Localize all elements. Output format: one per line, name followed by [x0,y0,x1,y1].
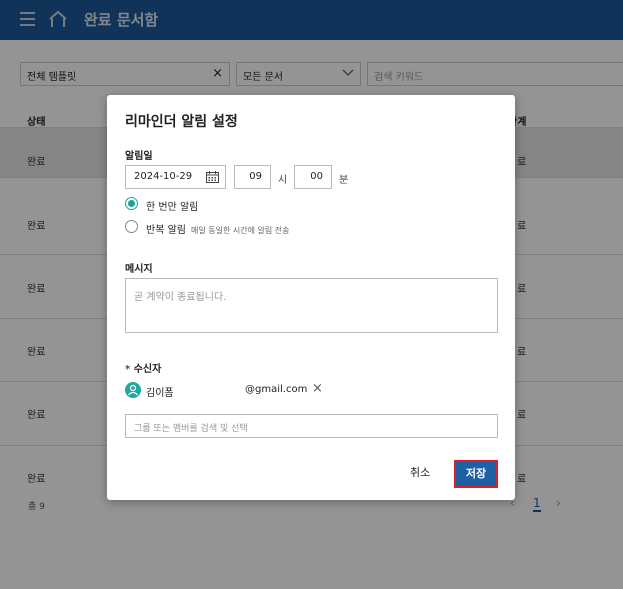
user-avatar-icon [125,382,141,398]
calendar-icon[interactable] [206,171,219,183]
message-label: 메시지 [125,264,153,275]
message-placeholder: 곧 계약이 종료됩니다. [134,292,227,303]
dialog-title: 리마인더 알림 설정 [125,114,238,130]
recipient-name: 김이폼 [146,388,174,399]
required-marker: * [125,364,131,375]
recipients-label: * 수신자 [125,360,161,375]
member-search-input[interactable]: 그룹 또는 멤버를 검색 및 선택 [125,414,498,438]
member-search-placeholder: 그룹 또는 멤버를 검색 및 선택 [134,424,248,434]
message-textarea[interactable]: 곧 계약이 종료됩니다. [125,278,498,333]
date-input[interactable]: 2024-10-29 [125,165,226,189]
date-label: 알림일 [125,151,153,162]
reminder-dialog: 리마인더 알림 설정 알림일 2024-10-29 09 시 00 분 한 번만… [107,95,515,500]
date-value: 2024-10-29 [134,171,193,182]
hour-input[interactable]: 09 [234,165,271,189]
radio-once-label[interactable]: 한 번만 알림 [146,198,198,213]
radio-repeat-description: 매일 동일한 시간에 알림 전송 [190,226,290,235]
save-button[interactable]: 저장 [454,460,498,488]
remove-recipient-icon[interactable]: × [312,381,323,396]
radio-repeat[interactable] [125,220,138,233]
recipient-email: @gmail.com [245,384,308,395]
radio-once[interactable] [125,197,138,210]
minute-input[interactable]: 00 [294,165,332,189]
hour-unit: 시 [278,175,288,186]
cancel-button[interactable]: 취소 [410,464,430,480]
radio-repeat-text: 반복 알림 [146,225,186,236]
minute-unit: 분 [339,175,349,186]
recipients-label-text: 수신자 [133,364,162,375]
radio-repeat-label[interactable]: 반복 알림 매일 동일한 시간에 알림 전송 [146,221,289,236]
